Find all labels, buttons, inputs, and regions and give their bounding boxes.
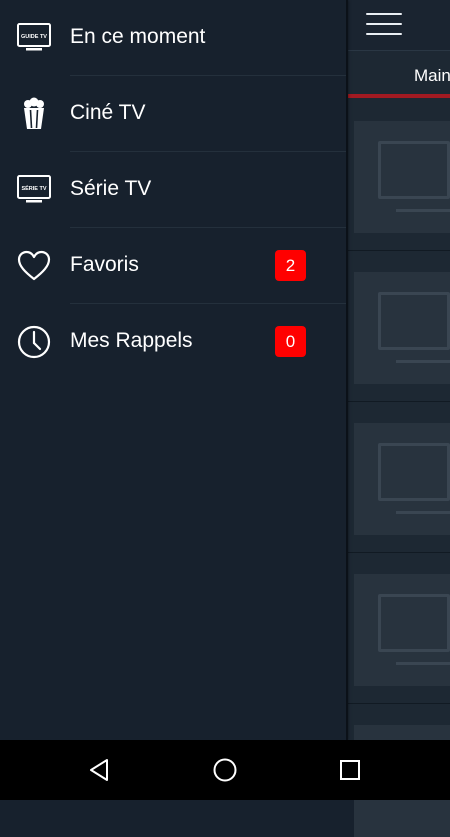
back-icon[interactable] <box>85 755 115 785</box>
main-content-area: Main <box>348 0 450 837</box>
program-card[interactable] <box>354 272 450 384</box>
favoris-count-badge: 2 <box>275 250 306 281</box>
tv-placeholder-icon <box>378 443 450 501</box>
popcorn-icon <box>24 97 44 129</box>
recents-icon[interactable] <box>335 755 365 785</box>
system-navigation-bar <box>0 740 450 800</box>
drawer-item-cine-tv[interactable]: Ciné TV <box>0 76 346 152</box>
heart-icon <box>17 250 51 281</box>
drawer-item-serie-tv[interactable]: SÉRIE TV Série TV <box>0 152 346 228</box>
serie-tv-icon: SÉRIE TV <box>17 175 51 203</box>
guide-tv-icon: GUIDE TV <box>17 23 51 51</box>
navigation-drawer: GUIDE TV En ce moment Ciné TV SÉRIE TV S… <box>0 0 346 740</box>
app-header <box>348 0 450 51</box>
program-card[interactable] <box>354 574 450 686</box>
tv-placeholder-icon <box>378 594 450 652</box>
tab-indicator <box>348 94 450 98</box>
drawer-item-label: Favoris <box>70 253 139 276</box>
program-card[interactable] <box>354 423 450 535</box>
tab-bar: Main <box>348 50 450 98</box>
tab-main[interactable]: Main <box>414 66 450 86</box>
program-card[interactable] <box>354 121 450 233</box>
clock-icon <box>17 325 51 359</box>
drawer-item-label: Ciné TV <box>70 101 146 124</box>
drawer-item-en-ce-moment[interactable]: GUIDE TV En ce moment <box>0 0 346 76</box>
drawer-item-mes-rappels[interactable]: Mes Rappels 0 <box>0 304 346 380</box>
drawer-item-label: Série TV <box>70 177 152 200</box>
drawer-item-favoris[interactable]: Favoris 2 <box>0 228 346 304</box>
drawer-item-label: Mes Rappels <box>70 329 193 352</box>
drawer-shadow <box>346 0 348 740</box>
svg-text:SÉRIE TV: SÉRIE TV <box>21 184 46 192</box>
home-icon[interactable] <box>210 755 240 785</box>
menu-icon[interactable] <box>366 13 402 35</box>
svg-text:GUIDE TV: GUIDE TV <box>21 34 47 40</box>
tv-placeholder-icon <box>378 292 450 350</box>
drawer-item-label: En ce moment <box>70 25 206 48</box>
tv-placeholder-icon <box>378 141 450 199</box>
rappels-count-badge: 0 <box>275 326 306 357</box>
